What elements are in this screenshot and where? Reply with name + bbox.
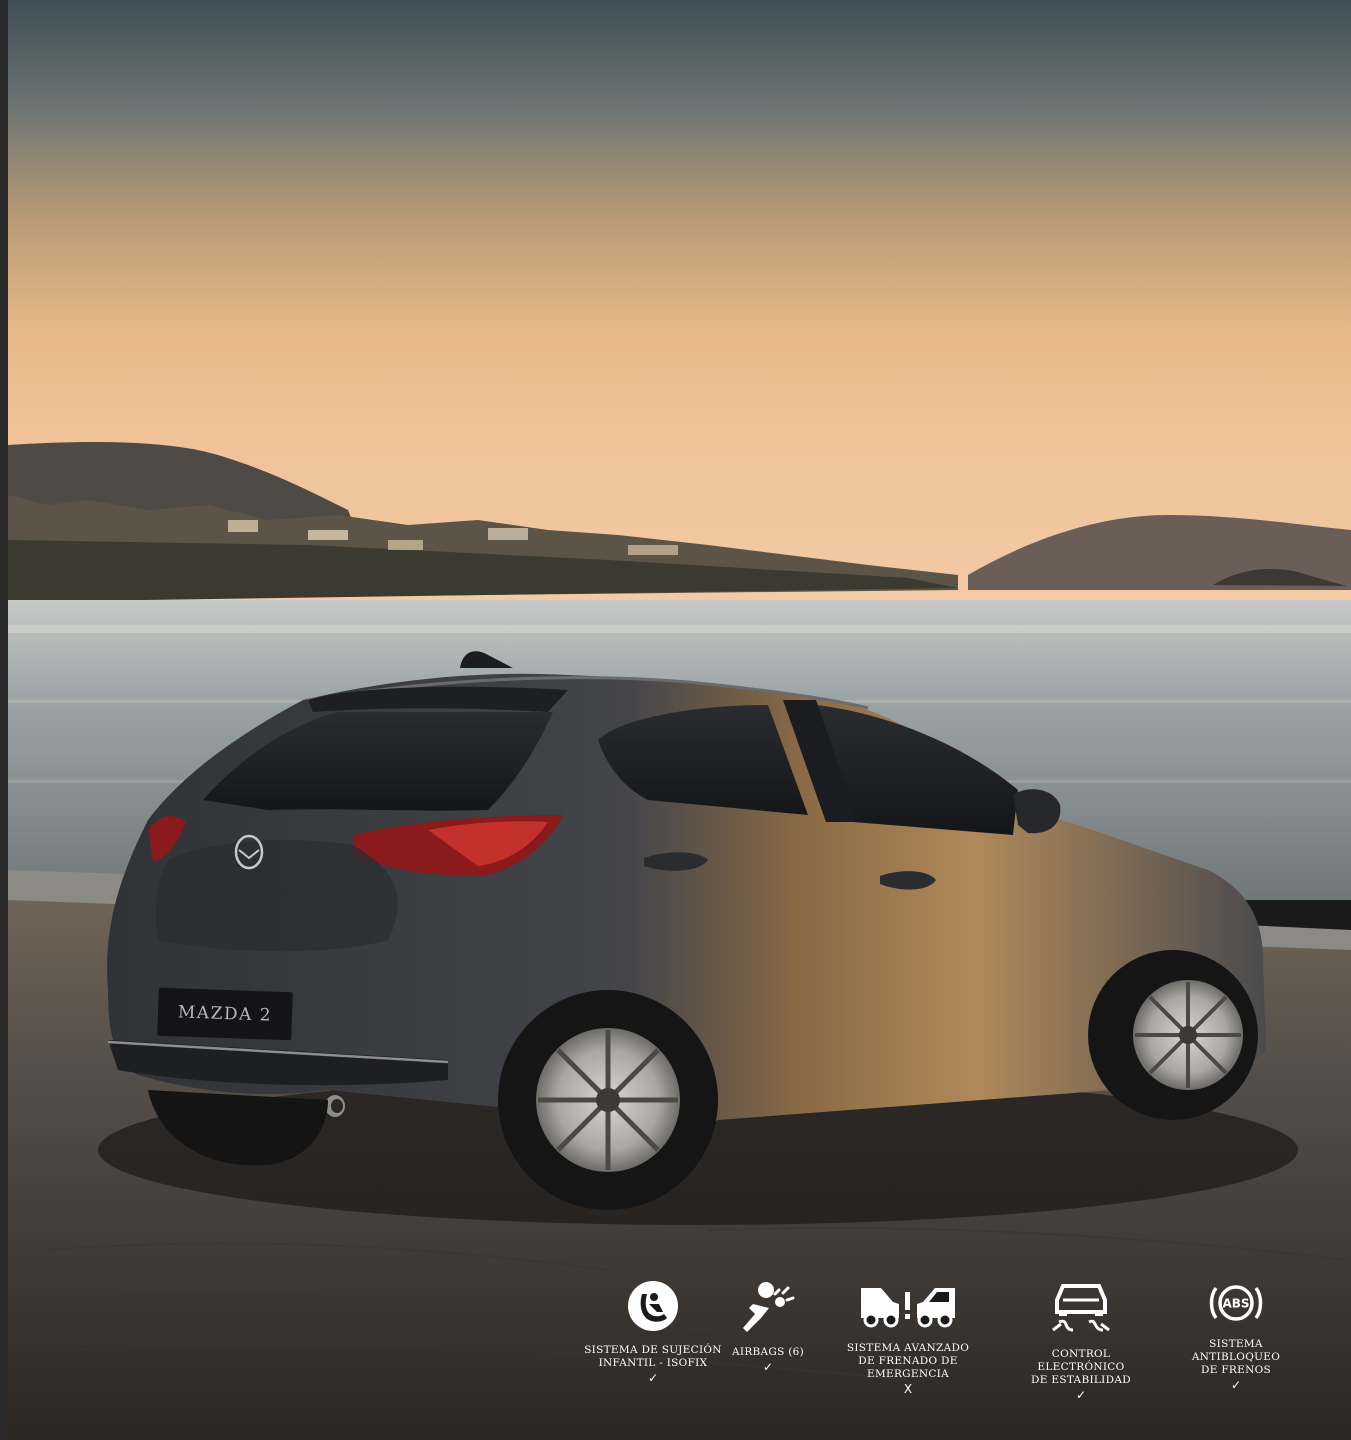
feature-label: SISTEMA DE SUJECIÓN INFANTIL - ISOFIX xyxy=(584,1344,722,1369)
feature-label: CONTROL ELECTRÓNICO DE ESTABILIDAD xyxy=(1031,1348,1131,1386)
feature-status: ✓ xyxy=(647,1371,659,1385)
feature-status: ✓ xyxy=(1230,1378,1242,1392)
feature-status: ✓ xyxy=(762,1360,774,1374)
feature-airbags: AIRBAGS (6) ✓ xyxy=(722,1280,814,1374)
feature-label: SISTEMA AVANZADO DE FRENADO DE EMERGENCI… xyxy=(846,1342,970,1380)
feature-label: AIRBAGS (6) xyxy=(731,1346,805,1358)
license-plate-badge: MAZDA 2 xyxy=(157,987,293,1041)
abs-icon-text: ABS xyxy=(1222,1297,1249,1311)
feature-status: ✓ xyxy=(1075,1388,1087,1402)
stability-control-icon xyxy=(1052,1284,1110,1332)
safety-features: SISTEMA DE SUJECIÓN INFANTIL - ISOFIX ✓ … xyxy=(0,1280,1351,1440)
hero-photo xyxy=(8,0,1351,1440)
airbag-icon xyxy=(743,1282,795,1332)
page-edge xyxy=(0,0,8,1440)
collision-warning-icon xyxy=(861,1288,955,1328)
mazda2-sunset-scene xyxy=(8,0,1351,1440)
feature-emergency-braking: SISTEMA AVANZADO DE FRENADO DE EMERGENCI… xyxy=(820,1280,996,1396)
feature-isofix: SISTEMA DE SUJECIÓN INFANTIL - ISOFIX ✓ xyxy=(584,1280,722,1385)
plate-model-text: MAZDA 2 xyxy=(177,1002,273,1026)
child-seat-icon xyxy=(628,1281,678,1331)
feature-status: X xyxy=(903,1382,913,1396)
brochure-page: MAZDA 2 SISTEMA DE SUJECIÓN INFANTIL - I… xyxy=(0,0,1351,1440)
feature-abs: ABS SISTEMA ANTIBLOQUEO DE FRENOS ✓ xyxy=(1164,1280,1308,1392)
abs-icon: ABS xyxy=(1209,1285,1263,1321)
feature-label: SISTEMA ANTIBLOQUEO DE FRENOS xyxy=(1191,1338,1281,1376)
feature-stability-control: CONTROL ELECTRÓNICO DE ESTABILIDAD ✓ xyxy=(1008,1280,1154,1402)
